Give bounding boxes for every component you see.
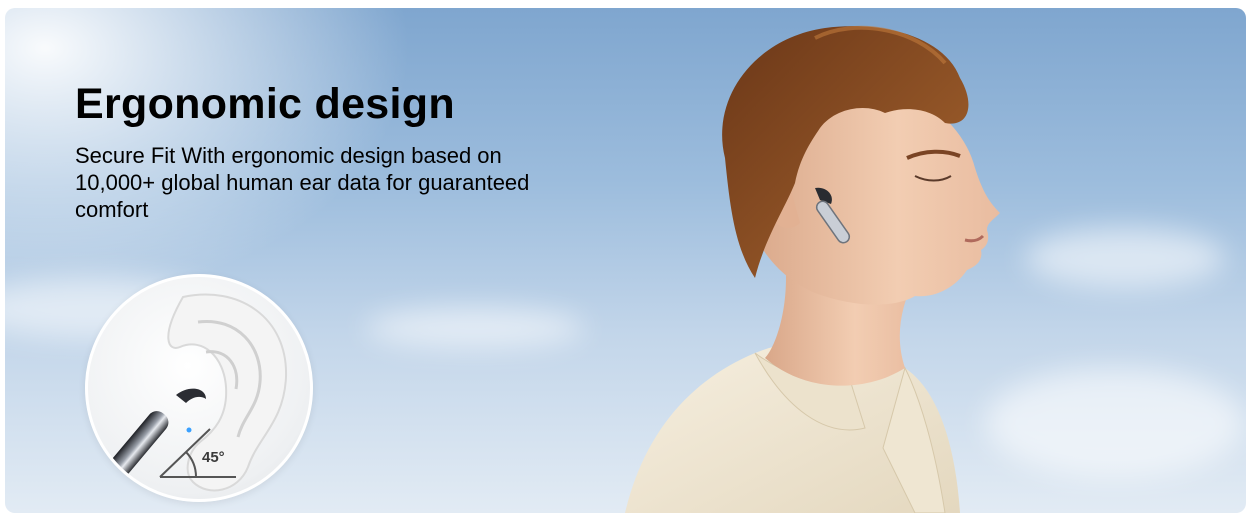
ear-inset: 45°: [85, 274, 313, 502]
hero-banner: Ergonomic design Secure Fit With ergonom…: [5, 8, 1246, 513]
headline: Ergonomic design: [75, 80, 455, 128]
subtext: Secure Fit With ergonomic design based o…: [75, 143, 530, 222]
cloud: [365, 308, 585, 348]
person-wearing-earbud: [625, 25, 1000, 513]
ear-with-earbud-icon: [109, 293, 288, 492]
angle-label: 45°: [202, 449, 225, 466]
